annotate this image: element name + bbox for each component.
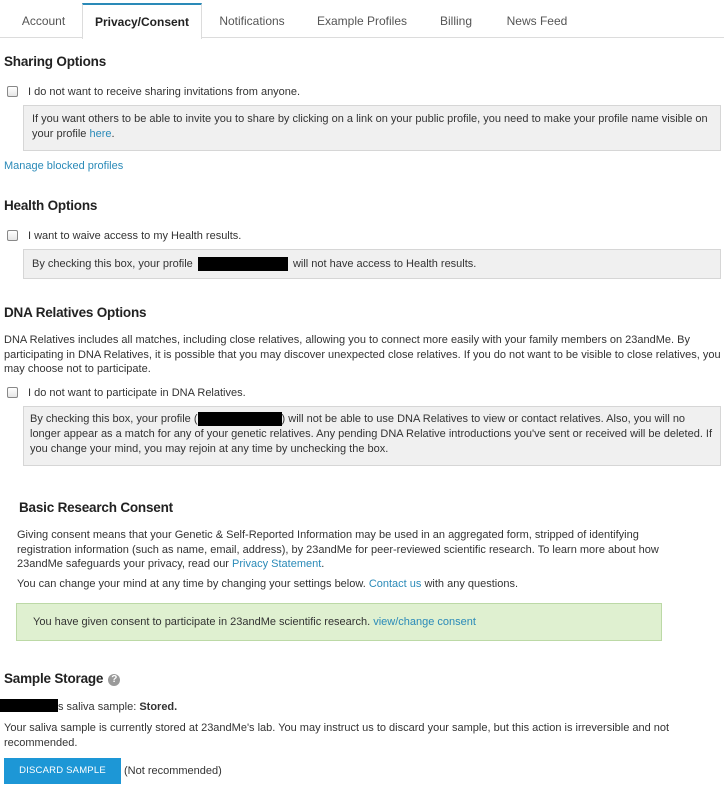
profile-visibility-link[interactable]: here (89, 128, 111, 140)
privacy-statement-link[interactable]: Privacy Statement (232, 558, 321, 570)
research-description-text: Giving consent means that your Genetic &… (17, 529, 659, 570)
dna-relatives-checkbox[interactable] (7, 387, 18, 398)
health-note-text-end: will not have access to Health results. (292, 258, 477, 270)
manage-blocked-profiles-link[interactable]: Manage blocked profiles (4, 159, 123, 174)
change-mind-text: You can change your mind at any time by … (17, 578, 369, 590)
discard-sample-button[interactable]: DISCARD SAMPLE (4, 758, 121, 784)
tab-notifications[interactable]: Notifications (203, 3, 301, 37)
sample-status-label: s saliva sample: (58, 701, 140, 713)
change-mind-text-end: with any questions. (421, 578, 519, 590)
sharing-invitations-label: I do not want to receive sharing invitat… (28, 86, 301, 98)
not-recommended-label: (Not recommended) (124, 765, 222, 777)
research-consent-description: Giving consent means that your Genetic &… (17, 528, 682, 572)
consent-status-text: You have given consent to participate in… (33, 616, 374, 628)
view-change-consent-link[interactable]: view/change consent (373, 616, 476, 628)
redacted-profile-name (197, 412, 282, 427)
health-note-text: By checking this box, your profile (32, 258, 193, 270)
consent-status-banner: You have given consent to participate in… (16, 603, 662, 641)
sharing-note-text: If you want others to be able to invite … (32, 113, 708, 140)
sample-status-value: Stored. (139, 701, 178, 713)
dna-relatives-label: I do not want to participate in DNA Rela… (28, 387, 246, 399)
health-note: By checking this box, your profile will … (23, 249, 721, 279)
sharing-note: If you want others to be able to invite … (23, 105, 721, 151)
research-change-mind-text: You can change your mind at any time by … (17, 577, 518, 592)
sample-status: s saliva sample: Stored. (0, 699, 177, 715)
help-icon[interactable]: ? (108, 674, 121, 686)
tab-example-profiles[interactable]: Example Profiles (302, 3, 422, 37)
sharing-note-period: . (111, 128, 115, 140)
dna-note-text: By checking this box, your profile ( (30, 413, 198, 425)
sample-storage-title: Sample Storage (4, 671, 104, 686)
waive-health-checkbox[interactable] (7, 230, 18, 241)
tab-privacy-consent[interactable]: Privacy/Consent (82, 3, 202, 39)
dna-relatives-note: By checking this box, your profile () wi… (23, 406, 721, 466)
dna-relatives-intro: DNA Relatives includes all matches, incl… (4, 334, 721, 375)
tab-news-feed[interactable]: News Feed (492, 3, 582, 37)
research-description-period: . (321, 558, 325, 570)
tab-billing[interactable]: Billing (424, 3, 488, 37)
sample-storage-heading: Sample Storage? (4, 671, 121, 686)
dna-relatives-heading: DNA Relatives Options (4, 305, 147, 320)
settings-tabs: Account Privacy/Consent Notifications Ex… (0, 3, 724, 39)
tab-account[interactable]: Account (0, 3, 87, 37)
redacted-profile-name (0, 699, 58, 712)
redacted-profile-name (197, 257, 288, 272)
sample-storage-description: Your saliva sample is currently stored a… (4, 722, 670, 749)
sharing-options-heading: Sharing Options (4, 54, 107, 69)
waive-health-label: I want to waive access to my Health resu… (28, 230, 242, 242)
basic-research-consent-heading: Basic Research Consent (19, 500, 173, 515)
sharing-invitations-checkbox[interactable] (7, 86, 18, 97)
contact-us-link[interactable]: Contact us (369, 578, 422, 590)
health-options-heading: Health Options (4, 198, 98, 213)
